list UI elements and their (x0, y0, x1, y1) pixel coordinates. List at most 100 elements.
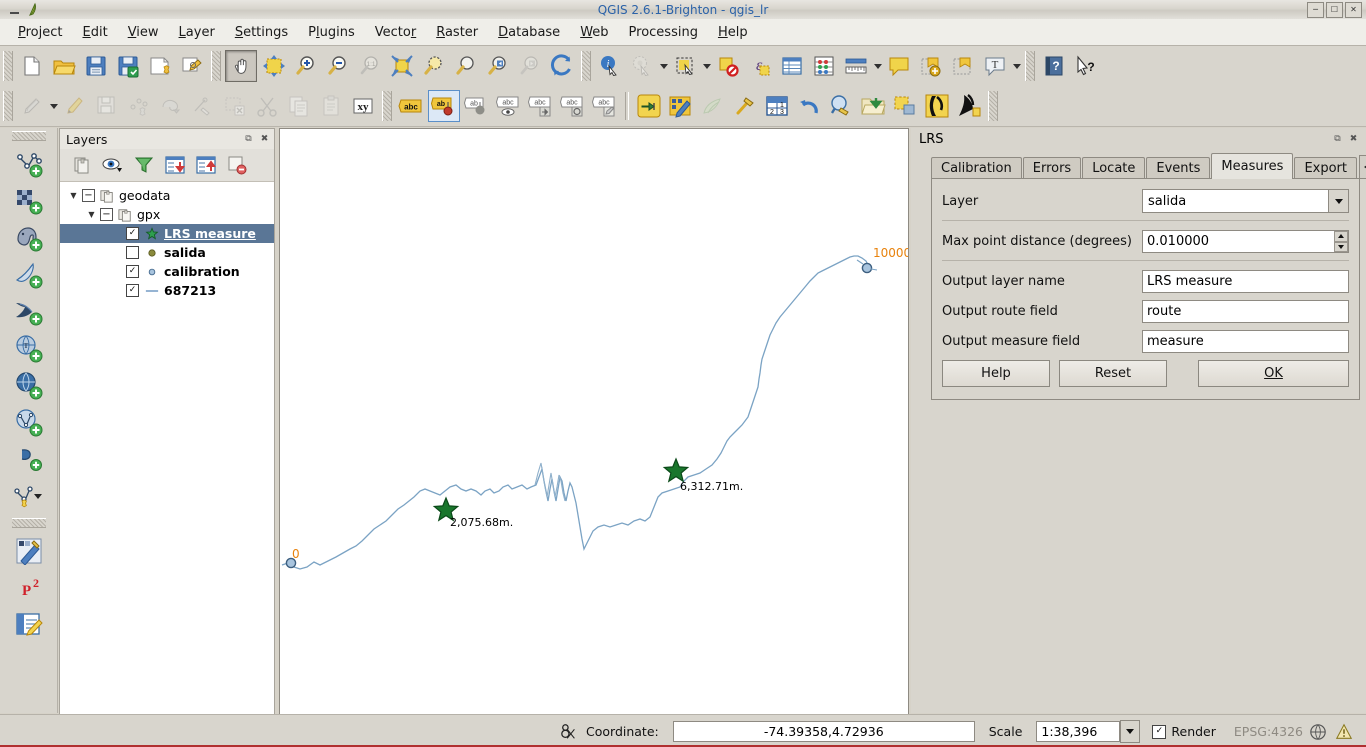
menu-plugins[interactable]: Plugins (298, 22, 365, 43)
select-features-icon[interactable] (670, 51, 700, 81)
map-tips-icon[interactable] (627, 51, 657, 81)
output-layer-name-input[interactable]: LRS measure (1142, 270, 1349, 293)
layer-tree-row-687213[interactable]: ✓ 687213 (60, 281, 274, 300)
expander-collapse-icon[interactable]: ▼ (68, 190, 79, 201)
menu-processing[interactable]: Processing (619, 22, 708, 43)
save-project-as-icon[interactable] (113, 51, 143, 81)
coordinate-capture-icon[interactable] (560, 723, 578, 741)
layer-tree[interactable]: ▼ − geodata ▼ − gpx ✓ LRS measure salida… (60, 182, 274, 714)
tab-scroll-left-icon[interactable] (1359, 155, 1366, 179)
menu-view[interactable]: View (118, 22, 169, 43)
show-hide-labels-icon[interactable]: abc (494, 91, 524, 121)
menu-project[interactable]: Project (8, 22, 73, 43)
undo-icon[interactable] (794, 91, 824, 121)
pin-labels-icon[interactable]: ab (428, 90, 460, 122)
field-calculator-icon[interactable] (809, 51, 839, 81)
grass-tools-icon[interactable] (698, 91, 728, 121)
move-label-icon[interactable]: abc (526, 91, 556, 121)
identify-features-icon[interactable]: i (595, 51, 625, 81)
render-checkbox[interactable]: ✓ (1152, 724, 1167, 739)
output-route-field-input[interactable]: route (1142, 300, 1349, 323)
processing-history-icon[interactable]: 1 2 3 (762, 91, 792, 121)
menu-database[interactable]: Database (488, 22, 570, 43)
lrs-plugin-icon[interactable] (922, 91, 952, 121)
checkbox-partial[interactable]: − (82, 189, 95, 202)
layer-visibility-checkbox[interactable]: ✓ (126, 227, 139, 240)
toolbar-help-grip[interactable] (1025, 51, 1035, 81)
layer-visibility-checkbox[interactable] (126, 246, 139, 259)
toolbar-plugins-grip[interactable] (988, 91, 998, 121)
cut-features-icon[interactable] (252, 91, 282, 121)
node-tool-icon[interactable] (156, 91, 186, 121)
expander-collapse-icon[interactable]: ▼ (86, 209, 97, 220)
deselect-features-icon[interactable] (713, 51, 743, 81)
layer-tree-row-gpx[interactable]: ▼ − gpx (60, 205, 274, 224)
spinbox-up-icon[interactable] (1334, 231, 1348, 242)
filter-legend-icon[interactable] (130, 152, 158, 178)
p2-plugin-icon[interactable]: P 2 (9, 569, 49, 606)
pan-map-icon[interactable] (225, 50, 257, 82)
menu-web[interactable]: Web (570, 22, 618, 43)
toolbar-label-grip[interactable] (382, 91, 392, 121)
add-delimited-text-layer-icon[interactable] (9, 441, 49, 478)
show-bookmarks-icon[interactable] (948, 51, 978, 81)
spinbox-down-icon[interactable] (1334, 241, 1348, 252)
layer-combobox[interactable]: salida (1142, 189, 1349, 213)
open-project-icon[interactable] (49, 51, 79, 81)
tab-locate[interactable]: Locate (1082, 157, 1146, 179)
help-contents-icon[interactable]: ? (1039, 51, 1069, 81)
change-label-icon[interactable]: abc (590, 91, 620, 121)
zoom-to-layer-icon[interactable] (451, 51, 481, 81)
add-postgis-layer-icon[interactable] (9, 219, 49, 256)
menu-layer[interactable]: Layer (169, 22, 225, 43)
reset-button[interactable]: Reset (1059, 360, 1167, 387)
toolbar-navigation-grip[interactable] (211, 51, 221, 81)
toolbar-digitizing-grip[interactable] (3, 91, 13, 121)
measure-dropdown-arrow-icon[interactable] (872, 51, 883, 81)
plugin-manager-icon[interactable] (634, 91, 664, 121)
layer-tree-row-lrs-measure[interactable]: ✓ LRS measure (60, 224, 274, 243)
text-annotation-dropdown-arrow-icon[interactable] (1011, 51, 1022, 81)
composer-manager-icon[interactable] (177, 51, 207, 81)
refresh-icon[interactable] (547, 51, 577, 81)
zoom-last-icon[interactable] (483, 51, 513, 81)
collapse-all-icon[interactable] (192, 152, 220, 178)
max-point-distance-spinbox[interactable]: 0.010000 (1142, 230, 1349, 253)
coordinate-input[interactable]: -74.39358,4.72936 (672, 721, 975, 742)
new-project-icon[interactable] (17, 51, 47, 81)
scale-chevron-down-icon[interactable] (1120, 720, 1141, 743)
map-annotation-icon[interactable] (884, 51, 914, 81)
add-group-icon[interactable] (68, 152, 96, 178)
text-annotation-icon[interactable]: T (980, 51, 1010, 81)
manage-layers-toolbar-grip[interactable] (11, 131, 46, 141)
max-point-distance-input[interactable]: 0.010000 (1142, 230, 1349, 253)
georeferencer-icon[interactable] (826, 91, 856, 121)
tab-calibration[interactable]: Calibration (931, 157, 1022, 179)
menu-settings[interactable]: Settings (225, 22, 298, 43)
tab-events[interactable]: Events (1146, 157, 1211, 179)
style-editor-icon[interactable] (9, 532, 49, 569)
zoom-actual-size-icon[interactable]: 1:1 (355, 51, 385, 81)
edit-form-icon[interactable] (9, 606, 49, 643)
whats-this-icon[interactable]: ? (1071, 51, 1101, 81)
paste-features-icon[interactable] (316, 91, 346, 121)
zoom-out-icon[interactable] (323, 51, 353, 81)
layers-panel-close-icon[interactable]: ✖ (258, 133, 271, 146)
scale-combobox-value[interactable]: 1:38,396 (1036, 721, 1121, 742)
add-mssql-layer-icon[interactable] (9, 293, 49, 330)
select-by-expression-icon[interactable]: ε (745, 51, 775, 81)
toggle-editing-icon[interactable] (60, 91, 90, 121)
select-polygon-icon[interactable] (890, 91, 920, 121)
layers-panel-float-icon[interactable]: ⧉ (242, 133, 255, 146)
help-button[interactable]: Help (942, 360, 1050, 387)
lrs-route-icon[interactable] (954, 91, 984, 121)
menu-raster[interactable]: Raster (426, 22, 488, 43)
copy-features-icon[interactable] (284, 91, 314, 121)
tab-errors[interactable]: Errors (1022, 157, 1082, 179)
layer-tree-row-salida[interactable]: salida (60, 243, 274, 262)
map-canvas[interactable]: 10000 0 6,312.71m. 2,075.68m. (279, 128, 909, 715)
map-tips-dropdown-arrow-icon[interactable] (658, 51, 669, 81)
expand-all-icon[interactable] (161, 152, 189, 178)
layer-visibility-checkbox[interactable]: ✓ (126, 284, 139, 297)
processing-toolbox-icon[interactable] (730, 91, 760, 121)
